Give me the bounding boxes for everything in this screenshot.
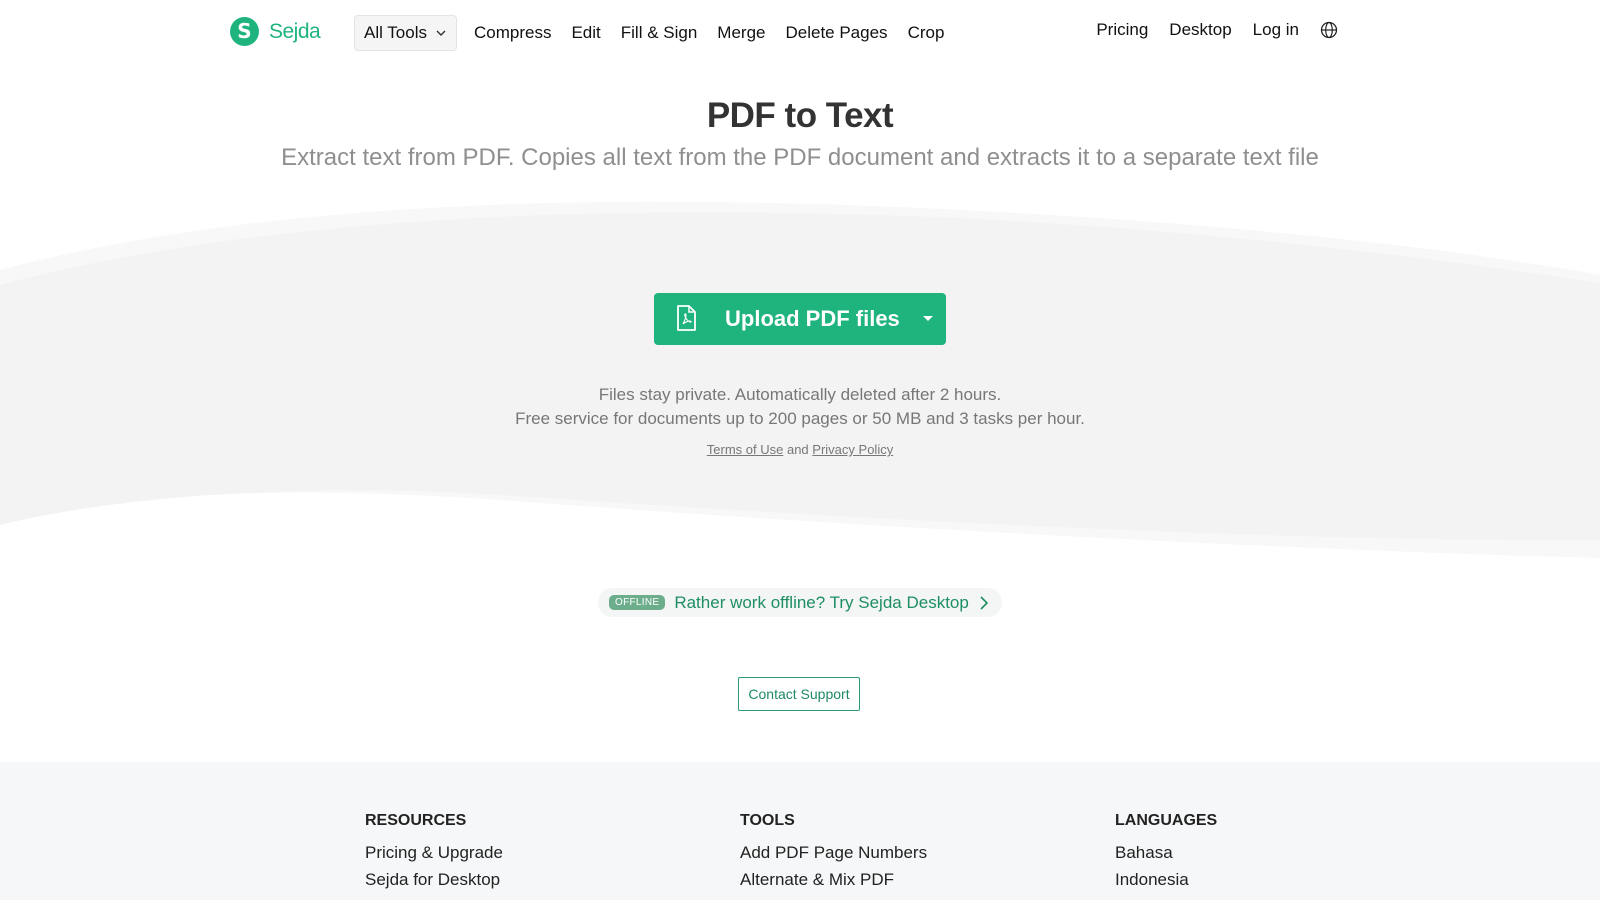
footer-heading-languages: LANGUAGES [1115, 812, 1218, 829]
footer-heading-resources: RESOURCES [365, 812, 467, 829]
legal-and: and [786, 442, 809, 457]
offline-badge: OFFLINE [609, 595, 666, 610]
sejda-logo[interactable]: S Sejda [230, 17, 321, 46]
footer-resources: RESOURCES Pricing & Upgrade Sejda for De… [365, 812, 503, 897]
offline-text: Rather work offline? Try Sejda Desktop [674, 592, 969, 612]
main-nav: All Tools Compress Edit Fill & Sign Merg… [354, 15, 954, 51]
nav-edit[interactable]: Edit [571, 23, 600, 43]
caret-down-icon[interactable] [922, 315, 934, 323]
footer: RESOURCES Pricing & Upgrade Sejda for De… [0, 762, 1600, 900]
footer-languages: LANGUAGES Bahasa Indonesia [1115, 812, 1217, 897]
legal-links: Terms of Use and Privacy Policy [0, 442, 1600, 457]
privacy-link[interactable]: Privacy Policy [812, 442, 893, 457]
nav-merge[interactable]: Merge [717, 23, 765, 43]
nav-crop[interactable]: Crop [908, 23, 945, 43]
wave-background [0, 201, 1600, 558]
nav-delete-pages[interactable]: Delete Pages [785, 23, 887, 43]
chevron-right-icon [980, 595, 988, 610]
page-subtitle: Extract text from PDF. Copies all text f… [281, 144, 1319, 171]
contact-support-button[interactable]: Contact Support [738, 677, 860, 711]
nav-fill-sign[interactable]: Fill & Sign [621, 23, 698, 43]
footer-heading-tools: TOOLS [740, 812, 795, 829]
footer-link-add-page-numbers[interactable]: Add PDF Page Numbers [740, 843, 927, 863]
nav-compress[interactable]: Compress [474, 23, 551, 43]
account-nav: Pricing Desktop Log in [1075, 20, 1338, 40]
all-tools-dropdown[interactable]: All Tools [354, 15, 457, 51]
top-navigation: S Sejda All Tools Compress Edit Fill & S… [0, 0, 1600, 64]
terms-link[interactable]: Terms of Use [707, 442, 784, 457]
upload-pdf-button[interactable]: Upload PDF files [654, 293, 946, 345]
footer-tools: TOOLS Add PDF Page Numbers Alternate & M… [740, 812, 927, 897]
footer-link-indonesia[interactable]: Indonesia [1115, 870, 1217, 890]
nav-login[interactable]: Log in [1253, 20, 1299, 40]
upload-label: Upload PDF files [725, 306, 900, 331]
privacy-note: Files stay private. Automatically delete… [598, 385, 1002, 404]
footer-link-bahasa[interactable]: Bahasa [1115, 843, 1217, 863]
logo-text: Sejda [269, 19, 321, 43]
footer-link-sejda-desktop[interactable]: Sejda for Desktop [365, 870, 503, 890]
footer-link-pricing-upgrade[interactable]: Pricing & Upgrade [365, 843, 503, 863]
footer-link-alternate-mix[interactable]: Alternate & Mix PDF [740, 870, 927, 890]
limits-note: Free service for documents up to 200 pag… [515, 409, 1085, 428]
offline-desktop-banner[interactable]: OFFLINE Rather work offline? Try Sejda D… [598, 588, 1002, 617]
logo-mark: S [230, 17, 259, 46]
chevron-down-icon [436, 30, 446, 36]
all-tools-label: All Tools [364, 23, 427, 42]
globe-icon[interactable] [1320, 21, 1338, 39]
pdf-file-icon [677, 305, 696, 331]
nav-desktop[interactable]: Desktop [1169, 20, 1231, 40]
nav-pricing[interactable]: Pricing [1096, 20, 1148, 40]
page-title: PDF to Text [706, 96, 894, 135]
